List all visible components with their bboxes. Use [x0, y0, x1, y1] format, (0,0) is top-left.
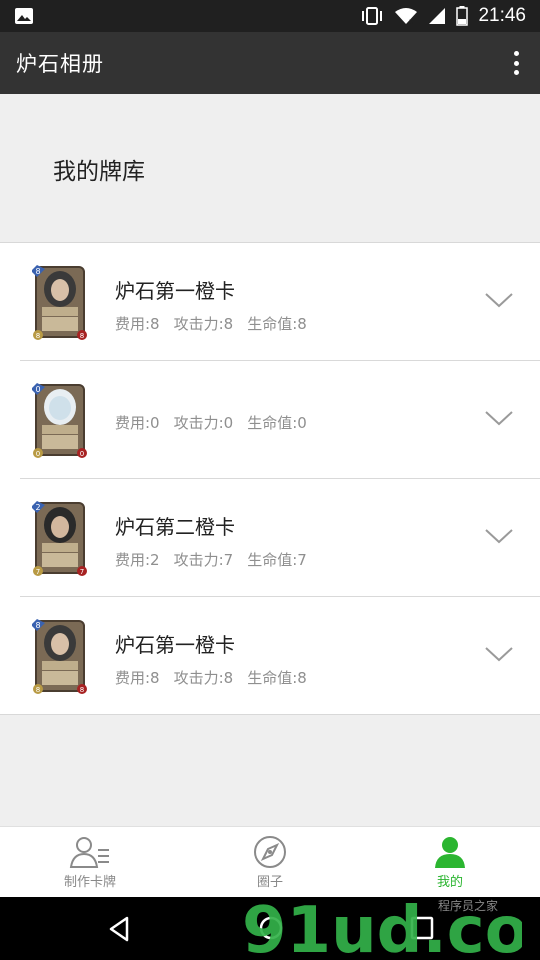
app-title: 炉石相册	[16, 52, 104, 76]
card-health: 生命值:8	[247, 669, 307, 687]
card-cost-gem: 0	[35, 385, 40, 394]
card-thumbnail: 8 8 8	[32, 619, 87, 694]
list-item[interactable]: 8 8 8 炉石第一橙卡 费用:8 攻击力:8 生命值:8	[20, 597, 540, 714]
tab-circle[interactable]: 圈子	[180, 827, 360, 898]
status-bar: x 21:46	[0, 0, 540, 32]
tab-label: 圈子	[256, 875, 283, 890]
card-name: 炉石第二橙卡	[115, 515, 235, 539]
bottom-tab-bar: 制作卡牌 圈子 我的	[0, 826, 540, 898]
card-health-gem: 0	[80, 450, 84, 458]
card-stats: 费用:0 攻击力:0 生命值:0	[115, 412, 307, 433]
svg-text:x: x	[409, 17, 414, 25]
card-cost: 费用:8	[115, 315, 160, 333]
card-cost: 费用:0	[115, 414, 160, 432]
chevron-down-icon[interactable]	[484, 645, 514, 663]
card-health: 生命值:7	[247, 551, 307, 569]
tab-make-card[interactable]: 制作卡牌	[0, 827, 180, 898]
card-stats: 费用:2 攻击力:7 生命值:7	[115, 549, 307, 570]
vibrate-icon	[362, 7, 383, 25]
card-name: 炉石第一橙卡	[115, 633, 235, 657]
card-attack-gem: 0	[36, 450, 40, 458]
card-cost-gem: 2	[35, 503, 40, 512]
card-attack-gem: 7	[36, 568, 40, 576]
card-name: 炉石第一橙卡	[115, 279, 235, 303]
chevron-down-icon[interactable]	[484, 409, 514, 427]
card-cost: 费用:2	[115, 551, 160, 569]
image-icon	[15, 8, 33, 24]
user-list-icon	[69, 837, 109, 868]
compass-icon	[254, 836, 286, 868]
battery-icon	[456, 6, 469, 26]
chevron-down-icon[interactable]	[484, 527, 514, 545]
card-thumbnail: 2 7 7	[32, 501, 87, 576]
card-attack: 攻击力:0	[173, 414, 234, 432]
list-item[interactable]: 0 0 0 费用:0 攻击力:0 生命值:0	[20, 361, 540, 479]
tab-mine[interactable]: 我的	[360, 827, 540, 898]
back-icon[interactable]	[108, 916, 130, 942]
card-health: 生命值:8	[247, 315, 307, 333]
card-stats: 费用:8 攻击力:8 生命值:8	[115, 667, 307, 688]
card-health-gem: 8	[80, 332, 84, 340]
card-attack-gem: 8	[36, 332, 40, 340]
card-cost-gem: 8	[35, 267, 40, 276]
card-health-gem: 8	[80, 686, 84, 694]
card-thumbnail: 8 8 8	[32, 265, 87, 340]
card-attack-gem: 8	[36, 686, 40, 694]
tab-label: 我的	[436, 875, 463, 890]
card-thumbnail: 0 0 0	[32, 383, 87, 458]
card-health: 生命值:0	[247, 414, 307, 432]
card-stats: 费用:8 攻击力:8 生命值:8	[115, 313, 307, 334]
status-time: 21:46	[478, 5, 526, 26]
home-icon[interactable]	[258, 915, 284, 941]
app-bar: 炉石相册	[0, 32, 540, 94]
more-vert-icon[interactable]	[506, 48, 526, 78]
person-icon	[435, 837, 465, 868]
section-header: 我的牌库	[0, 94, 540, 242]
card-list: 8 8 8 炉石第一橙卡 费用:8 攻击力:8 生命值:8 0 0 0 费用:0…	[0, 242, 540, 715]
wifi-icon: x	[395, 8, 418, 25]
signal-icon	[429, 8, 446, 24]
card-cost: 费用:8	[115, 669, 160, 687]
tab-label: 制作卡牌	[63, 875, 116, 890]
recents-icon[interactable]	[410, 916, 434, 940]
card-attack: 攻击力:8	[173, 315, 234, 333]
card-attack: 攻击力:8	[173, 669, 234, 687]
chevron-down-icon[interactable]	[484, 291, 514, 309]
list-item[interactable]: 2 7 7 炉石第二橙卡 费用:2 攻击力:7 生命值:7	[20, 479, 540, 597]
list-item[interactable]: 8 8 8 炉石第一橙卡 费用:8 攻击力:8 生命值:8	[20, 243, 540, 361]
card-cost-gem: 8	[35, 621, 40, 630]
card-health-gem: 7	[80, 568, 84, 576]
section-title: 我的牌库	[53, 159, 145, 185]
system-nav-bar	[0, 897, 540, 960]
card-attack: 攻击力:7	[173, 551, 234, 569]
